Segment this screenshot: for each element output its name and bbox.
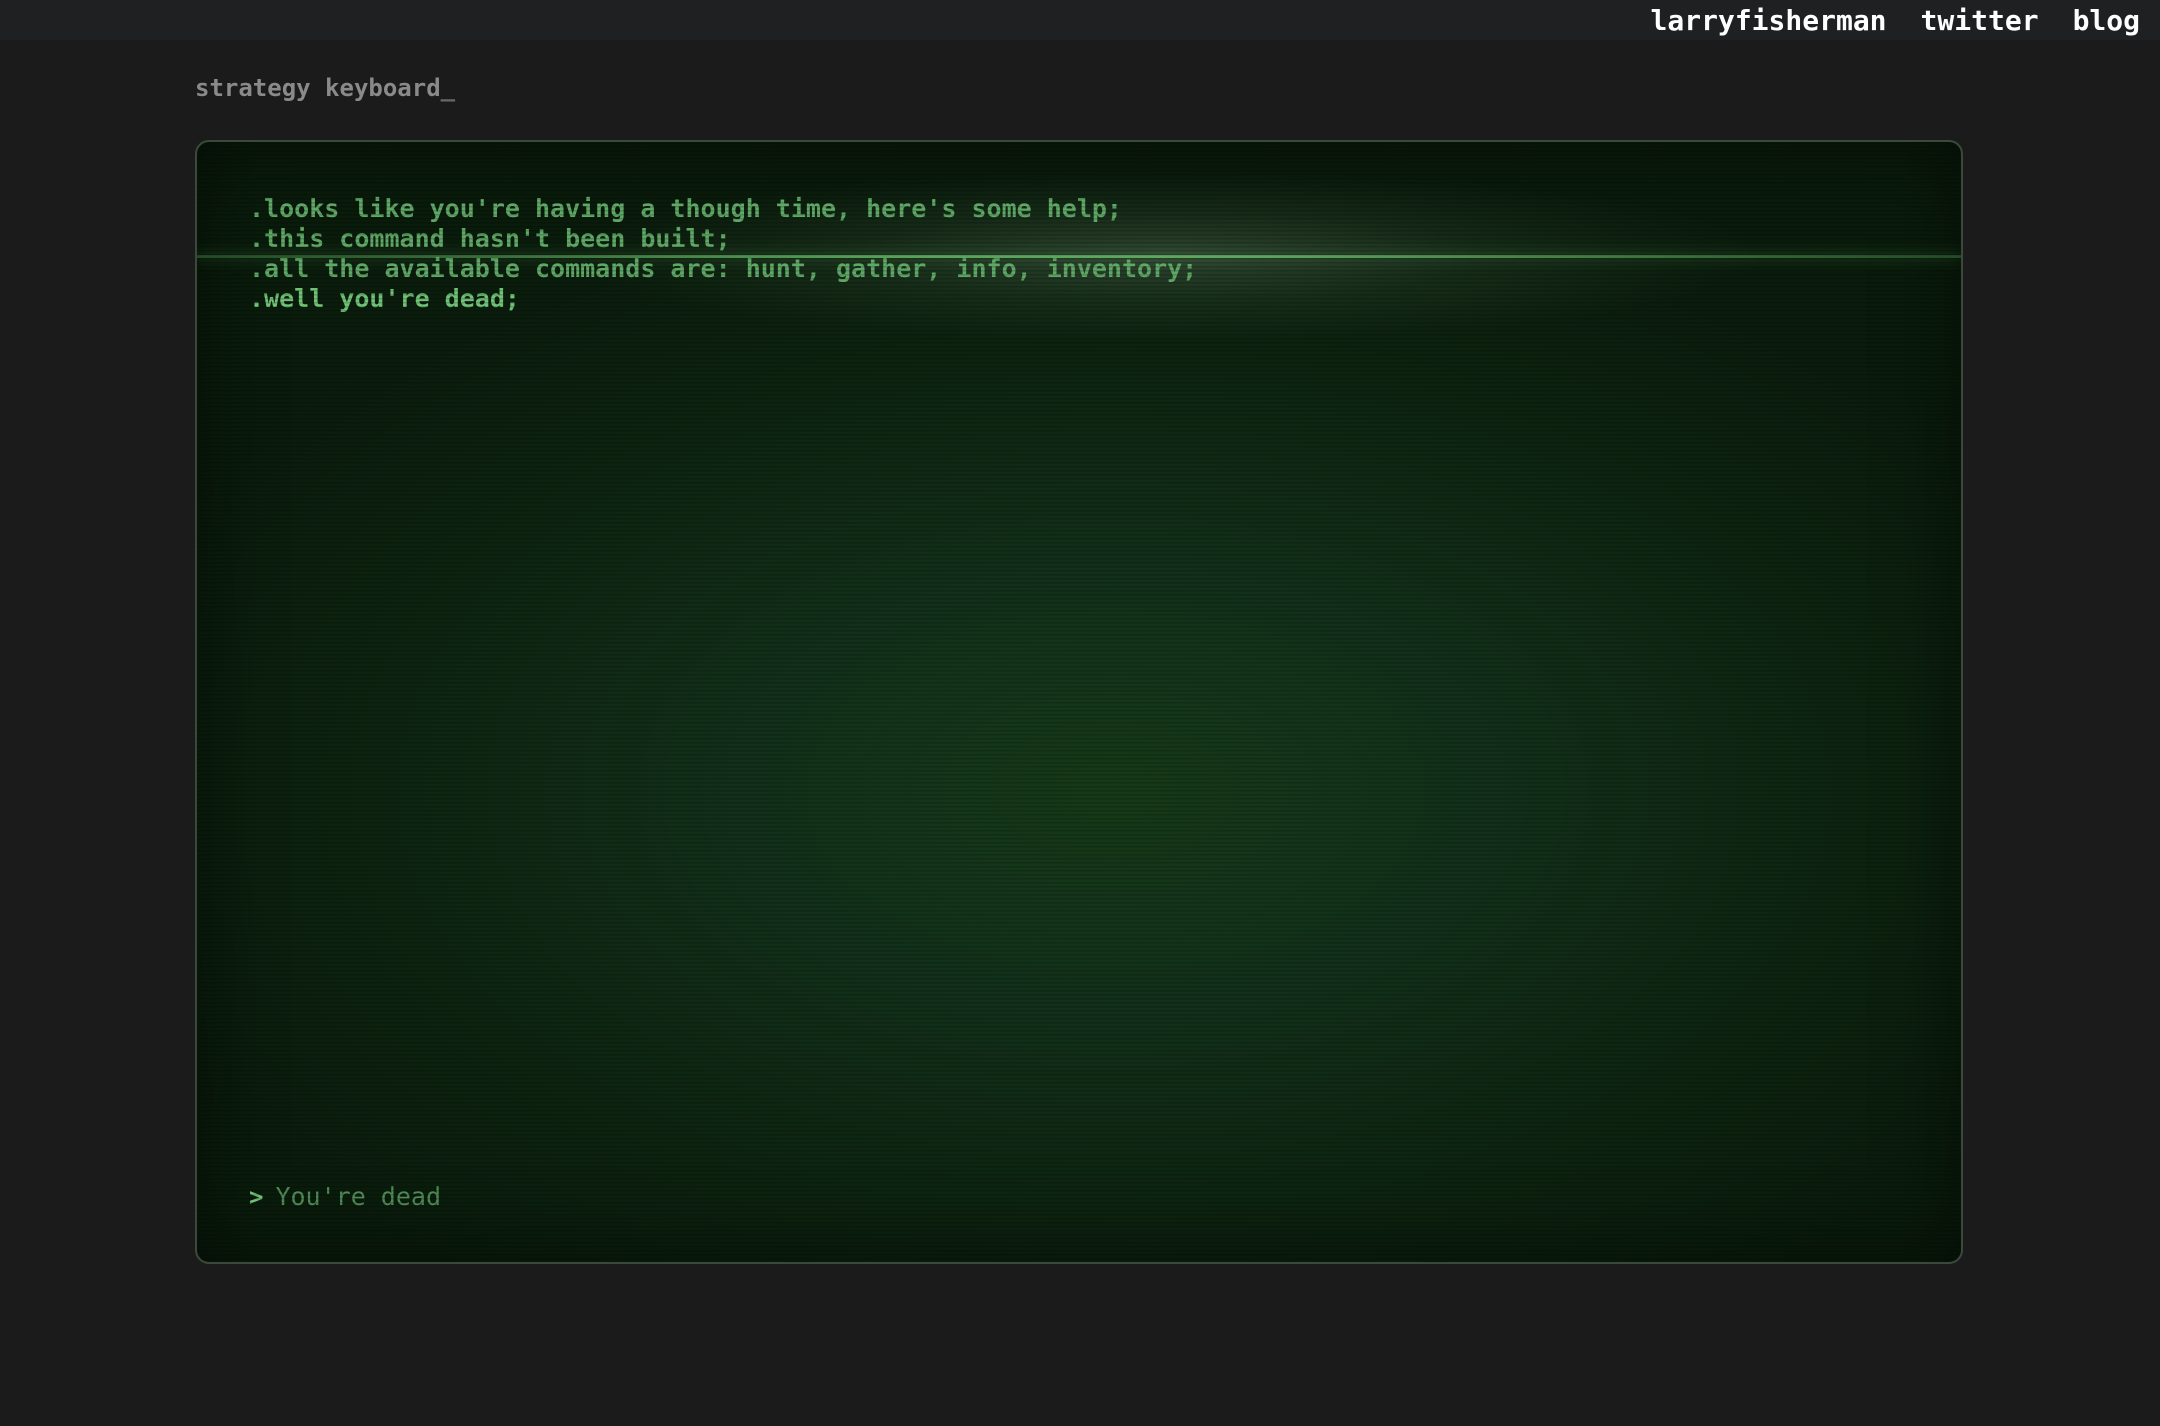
terminal-line: .all the available commands are: hunt, g… [249, 254, 1198, 283]
terminal-line: .looks like you're having a though time,… [249, 194, 1122, 223]
terminal-line: .well you're dead; [249, 284, 520, 313]
page-title-text: strategy keyboard [195, 74, 441, 102]
terminal-line: .this command hasn't been built; [249, 224, 731, 253]
terminal-output: .looks like you're having a though time,… [249, 194, 1197, 314]
terminal-window[interactable]: .looks like you're having a though time,… [195, 140, 1963, 1264]
command-input[interactable] [275, 1182, 1776, 1211]
top-nav-bar: larryfisherman twitter blog [0, 0, 2160, 40]
page-title: strategy keyboard_ [195, 74, 455, 102]
nav-link-twitter[interactable]: twitter [1921, 4, 2039, 37]
nav-link-larryfisherman[interactable]: larryfisherman [1651, 4, 1887, 37]
title-cursor: _ [440, 74, 456, 102]
command-prompt: > [249, 1182, 1776, 1211]
nav-link-blog[interactable]: blog [2073, 4, 2140, 37]
prompt-chevron-icon: > [249, 1182, 264, 1211]
top-nav: larryfisherman twitter blog [1651, 0, 2140, 40]
